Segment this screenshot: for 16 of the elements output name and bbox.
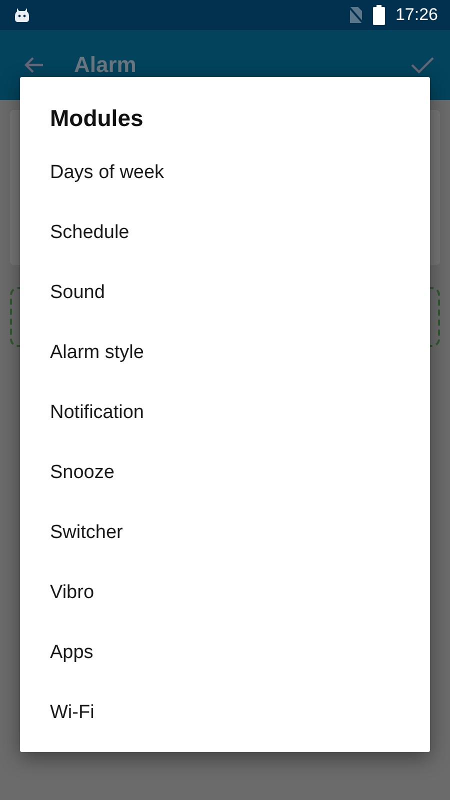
module-item[interactable]: Switcher bbox=[20, 503, 430, 563]
app-bar-title: Alarm bbox=[74, 52, 136, 78]
module-item[interactable]: Snooze bbox=[20, 443, 430, 503]
module-item[interactable]: Wi-Fi bbox=[20, 683, 430, 743]
module-item[interactable]: Notification bbox=[20, 383, 430, 443]
status-time: 17:26 bbox=[395, 5, 438, 25]
module-item[interactable]: Sound bbox=[20, 263, 430, 323]
robot-icon bbox=[14, 7, 30, 23]
battery-icon bbox=[373, 5, 386, 25]
module-item[interactable]: Vibro bbox=[20, 563, 430, 623]
module-item[interactable]: Schedule bbox=[20, 203, 430, 263]
module-item[interactable]: Apps bbox=[20, 623, 430, 683]
module-item[interactable]: Alarm style bbox=[20, 323, 430, 383]
dialog-title: Modules bbox=[49, 104, 144, 133]
no-sim-icon bbox=[349, 6, 364, 24]
module-item[interactable]: Days of week bbox=[20, 143, 430, 203]
